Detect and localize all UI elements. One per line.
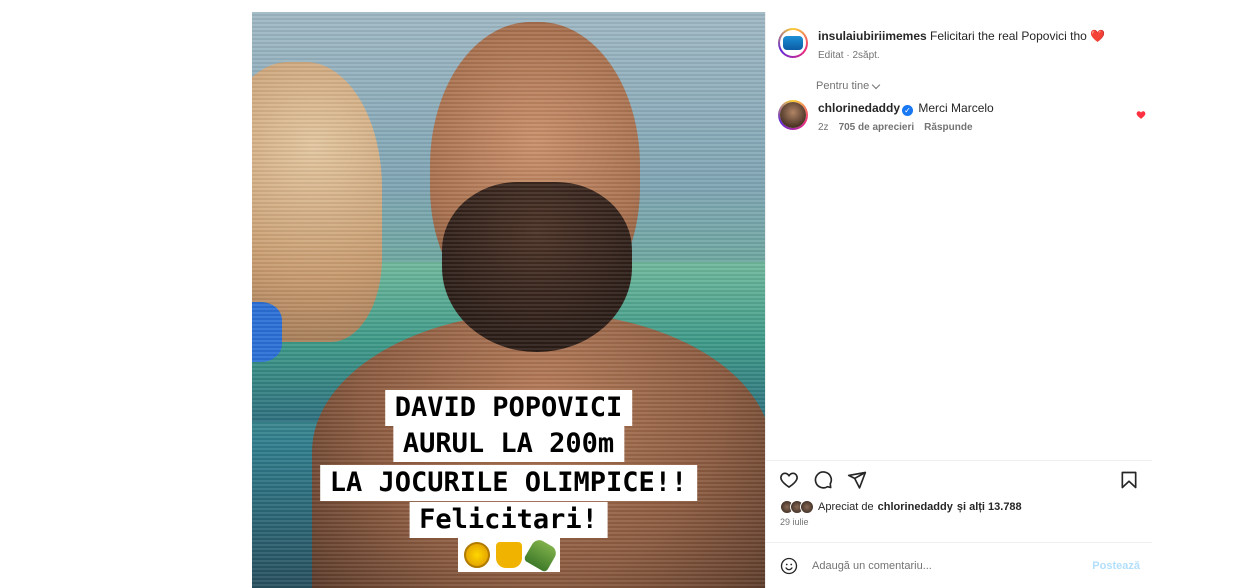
likers-avatars (780, 500, 814, 514)
heart-filled-icon (1136, 111, 1146, 119)
bookmark-icon (1121, 471, 1137, 489)
image-caption-line-1: DAVID POPOVICI (384, 390, 633, 426)
add-comment-bar: Postează (766, 542, 1152, 588)
post-dialog: DAVID POPOVICI AURUL LA 200m LA JOCURILE… (252, 12, 1152, 588)
post-caption: Felicitari the real Popovici tho (930, 29, 1087, 43)
image-emoji-row (457, 537, 560, 573)
post-actions: Apreciat de chlorinedaddy și alți 13.788… (766, 460, 1152, 527)
image-caption-line-3: LA JOCURILE OLIMPICE!! (319, 465, 698, 501)
comment-time[interactable]: 2z (818, 120, 829, 136)
like-button[interactable] (778, 469, 800, 491)
commenter-username[interactable]: chlorinedaddy (818, 101, 900, 115)
comment-icon (814, 471, 833, 489)
post-sidebar: insulaiubiriimemes Felicitari the real P… (765, 12, 1152, 588)
author-username[interactable]: insulaiubiriimemes (818, 29, 927, 43)
post-caption-row: insulaiubiriimemes Felicitari the real P… (778, 28, 1118, 64)
share-button[interactable] (846, 469, 868, 491)
chevron-down-icon (871, 80, 881, 89)
share-icon (847, 471, 867, 489)
likes-by-username[interactable]: chlorinedaddy (878, 501, 953, 513)
likes-summary: Apreciat de chlorinedaddy și alți 13.788 (766, 491, 1152, 514)
heart-emoji-icon: ❤️ (1090, 29, 1106, 43)
comment-sort-label: Pentru tine (816, 80, 870, 92)
sports-medal-icon (463, 542, 490, 568)
heart-icon (780, 472, 798, 489)
image-caption-line-2: AURUL LA 200m (392, 426, 625, 462)
likes-prefix: Apreciat de (818, 501, 874, 513)
save-button[interactable] (1118, 469, 1140, 491)
insula-logo-icon (783, 36, 803, 50)
emoji-icon (780, 557, 798, 574)
post-comment-button[interactable]: Postează (1092, 560, 1140, 572)
comment-button[interactable] (812, 469, 834, 491)
comment-text: Merci Marcelo (918, 101, 994, 115)
verified-badge-icon: ✓ (902, 105, 914, 116)
post-date[interactable]: 29 iulie (766, 514, 1152, 527)
commenter-avatar[interactable] (778, 100, 808, 130)
comment-input[interactable] (812, 559, 1081, 572)
comment-item: chlorinedaddy ✓ Merci Marcelo 2z 705 de a… (778, 100, 1148, 136)
comment-likes[interactable]: 705 de aprecieri (839, 120, 915, 136)
edited-label: Editat (818, 50, 844, 61)
image-caption-line-4: Felicitari! (409, 502, 608, 538)
post-time[interactable]: 2săpt. (852, 50, 879, 61)
emoji-button[interactable] (778, 555, 800, 577)
comment-like-button[interactable] (1134, 108, 1148, 122)
likes-others[interactable]: și alți 13.788 (957, 501, 1022, 513)
champagne-icon (522, 537, 559, 573)
trophy-icon (495, 542, 522, 568)
author-avatar[interactable] (778, 28, 808, 58)
reply-button[interactable]: Răspunde (924, 120, 972, 136)
comment-sort-dropdown[interactable]: Pentru tine (816, 80, 881, 92)
post-media[interactable]: DAVID POPOVICI AURUL LA 200m LA JOCURILE… (252, 12, 765, 588)
